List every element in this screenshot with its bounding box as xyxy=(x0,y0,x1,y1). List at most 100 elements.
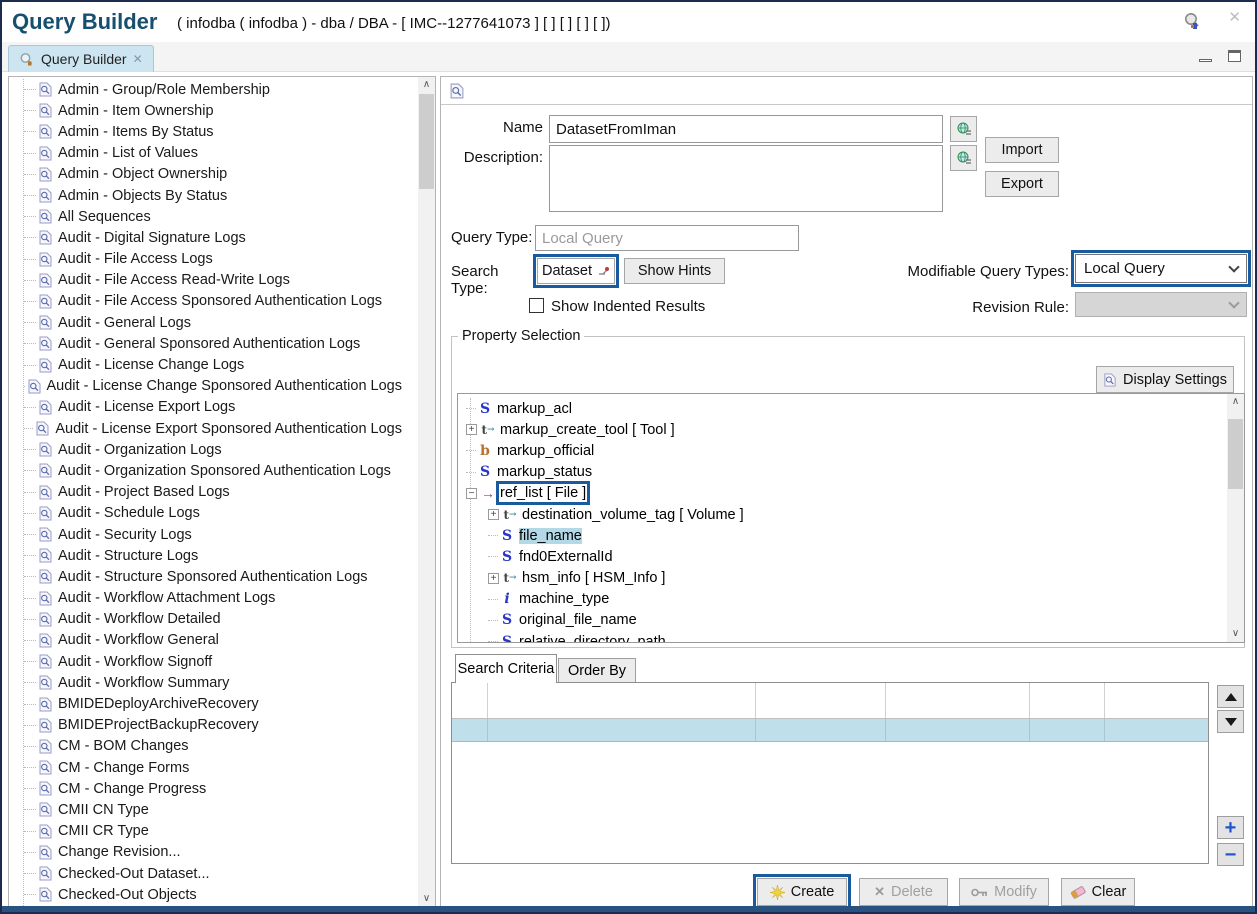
tree-item[interactable]: t markup_create_tool [ Tool ] xyxy=(458,419,1227,440)
tab-order-by[interactable]: Order By xyxy=(558,658,636,683)
display-settings-button[interactable]: Display Settings xyxy=(1096,366,1234,393)
saved-query-item[interactable]: Audit - File Access Read-Write Logs xyxy=(16,270,402,291)
criteria-cell[interactable] xyxy=(452,719,488,741)
name-localization-button[interactable] xyxy=(950,116,977,142)
description-input[interactable] xyxy=(549,145,943,212)
minimize-icon[interactable] xyxy=(1199,59,1212,62)
saved-query-item[interactable]: Checked-Out Objects xyxy=(16,884,402,905)
tree-item[interactable]: S markup_acl xyxy=(458,398,1227,419)
saved-query-item[interactable]: CMII CN Type xyxy=(16,799,402,820)
tree-item[interactable]: S relative_directory_path xyxy=(458,631,1227,643)
tree-scrollbar[interactable]: ∧ ∨ xyxy=(1227,394,1244,642)
tree-item[interactable]: S fnd0ExternalId xyxy=(458,546,1227,567)
create-button[interactable]: Create xyxy=(757,878,847,906)
saved-query-item[interactable]: Audit - Organization Logs xyxy=(16,439,402,460)
scroll-down-icon[interactable]: ∨ xyxy=(418,891,435,907)
saved-query-item[interactable]: Admin - Object Ownership xyxy=(16,164,402,185)
scroll-up-icon[interactable]: ∧ xyxy=(1227,394,1244,410)
scrollbar-thumb[interactable] xyxy=(419,94,434,189)
left-scrollbar[interactable]: ∧ ∨ xyxy=(418,77,435,907)
saved-query-item[interactable]: Audit - Workflow Summary xyxy=(16,672,402,693)
saved-query-item[interactable]: Audit - Digital Signature Logs xyxy=(16,227,402,248)
tree-item[interactable]: → ref_list [ File ] xyxy=(458,483,1227,504)
saved-query-item[interactable]: CMII CR Type xyxy=(16,821,402,842)
remove-clause-button[interactable]: − xyxy=(1217,843,1244,866)
tab-query-builder[interactable]: Query Builder ✕ xyxy=(8,45,154,72)
saved-query-item[interactable]: CM - Change Forms xyxy=(16,757,402,778)
tree-item[interactable]: i machine_type xyxy=(458,589,1227,610)
saved-query-item[interactable]: Audit - Schedule Logs xyxy=(16,503,402,524)
tree-item[interactable]: S original_file_name xyxy=(458,610,1227,631)
criteria-column-header[interactable] xyxy=(452,683,488,718)
saved-query-item[interactable]: BMIDEProjectBackupRecovery xyxy=(16,715,402,736)
criteria-cell[interactable] xyxy=(886,719,1031,741)
criteria-column-header[interactable] xyxy=(1105,683,1208,718)
saved-query-item[interactable]: Audit - License Export Logs xyxy=(16,397,402,418)
criteria-cell[interactable] xyxy=(1105,719,1208,741)
tree-item[interactable]: S file_name xyxy=(458,525,1227,546)
saved-query-item[interactable]: Audit - Structure Logs xyxy=(16,545,402,566)
scroll-down-icon[interactable]: ∨ xyxy=(1227,626,1244,642)
expander-icon[interactable] xyxy=(466,488,477,499)
tab-search-criteria[interactable]: Search Criteria xyxy=(455,654,557,683)
show-indented-checkbox[interactable] xyxy=(529,298,544,313)
maximize-icon[interactable] xyxy=(1228,50,1241,62)
saved-query-item[interactable]: Audit - License Export Sponsored Authent… xyxy=(16,418,402,439)
expander-icon[interactable] xyxy=(488,509,499,520)
saved-query-item[interactable]: Admin - Items By Status xyxy=(16,121,402,142)
move-up-button[interactable] xyxy=(1217,685,1244,708)
criteria-column-header[interactable] xyxy=(1030,683,1105,718)
scroll-up-icon[interactable]: ∧ xyxy=(418,77,435,93)
saved-query-item[interactable]: Admin - List of Values xyxy=(16,143,402,164)
saved-query-item[interactable]: Admin - Objects By Status xyxy=(16,185,402,206)
saved-query-item[interactable]: Audit - Security Logs xyxy=(16,524,402,545)
saved-query-item[interactable]: CM - BOM Changes xyxy=(16,736,402,757)
name-input[interactable] xyxy=(549,115,943,143)
criteria-column-header[interactable] xyxy=(886,683,1031,718)
tree-item[interactable]: t destination_volume_tag [ Volume ] xyxy=(458,504,1227,525)
modify-button[interactable]: Modify xyxy=(959,878,1049,906)
saved-query-item[interactable]: Audit - File Access Sponsored Authentica… xyxy=(16,291,402,312)
show-hints-button[interactable]: Show Hints xyxy=(624,258,725,284)
saved-query-item[interactable]: Change Revision... xyxy=(16,842,402,863)
criteria-row[interactable] xyxy=(452,719,1208,742)
criteria-cell[interactable] xyxy=(756,719,886,741)
move-down-button[interactable] xyxy=(1217,710,1244,733)
criteria-cell[interactable] xyxy=(1030,719,1105,741)
add-clause-button[interactable]: + xyxy=(1217,816,1244,839)
tree-item[interactable]: t hsm_info [ HSM_Info ] xyxy=(458,568,1227,589)
header-close-icon[interactable]: ✕ xyxy=(1228,8,1241,26)
saved-query-item[interactable]: Admin - Item Ownership xyxy=(16,100,402,121)
tree-item[interactable]: b markup_official xyxy=(458,440,1227,461)
criteria-column-header[interactable] xyxy=(488,683,756,718)
scrollbar-thumb[interactable] xyxy=(1228,419,1243,489)
saved-query-item[interactable]: Audit - Structure Sponsored Authenticati… xyxy=(16,566,402,587)
saved-query-item[interactable]: Audit - Organization Sponsored Authentic… xyxy=(16,460,402,481)
criteria-column-header[interactable] xyxy=(756,683,886,718)
search-type-button[interactable]: Dataset xyxy=(537,258,615,284)
saved-query-item[interactable]: Audit - License Change Logs xyxy=(16,354,402,375)
description-localization-button[interactable] xyxy=(950,145,977,171)
saved-query-item[interactable]: Audit - Workflow Detailed xyxy=(16,609,402,630)
saved-query-item[interactable]: Checked-Out Dataset... xyxy=(16,863,402,884)
export-button[interactable]: Export xyxy=(985,171,1059,197)
saved-query-item[interactable]: Admin - Group/Role Membership xyxy=(16,79,402,100)
saved-query-item[interactable]: Audit - General Sponsored Authentication… xyxy=(16,333,402,354)
delete-button[interactable]: ✕ Delete xyxy=(859,878,948,906)
saved-query-item[interactable]: All Sequences xyxy=(16,206,402,227)
tab-close-icon[interactable]: ✕ xyxy=(133,52,143,66)
saved-query-item[interactable]: Audit - File Access Logs xyxy=(16,249,402,270)
criteria-cell[interactable] xyxy=(488,719,756,741)
saved-query-item[interactable]: CM - Change Progress xyxy=(16,778,402,799)
modifiable-query-types-dropdown[interactable]: Local Query xyxy=(1075,254,1247,283)
saved-query-item[interactable]: Audit - Project Based Logs xyxy=(16,482,402,503)
saved-query-item[interactable]: Audit - Workflow Signoff xyxy=(16,651,402,672)
clear-button[interactable]: Clear xyxy=(1061,878,1135,906)
import-button[interactable]: Import xyxy=(985,137,1059,163)
expander-icon[interactable] xyxy=(466,424,477,435)
saved-query-item[interactable]: Audit - General Logs xyxy=(16,312,402,333)
saved-query-item[interactable]: Audit - Workflow Attachment Logs xyxy=(16,588,402,609)
tree-item[interactable]: S markup_status xyxy=(458,462,1227,483)
expander-icon[interactable] xyxy=(488,573,499,584)
saved-query-item[interactable]: BMIDEDeployArchiveRecovery xyxy=(16,693,402,714)
